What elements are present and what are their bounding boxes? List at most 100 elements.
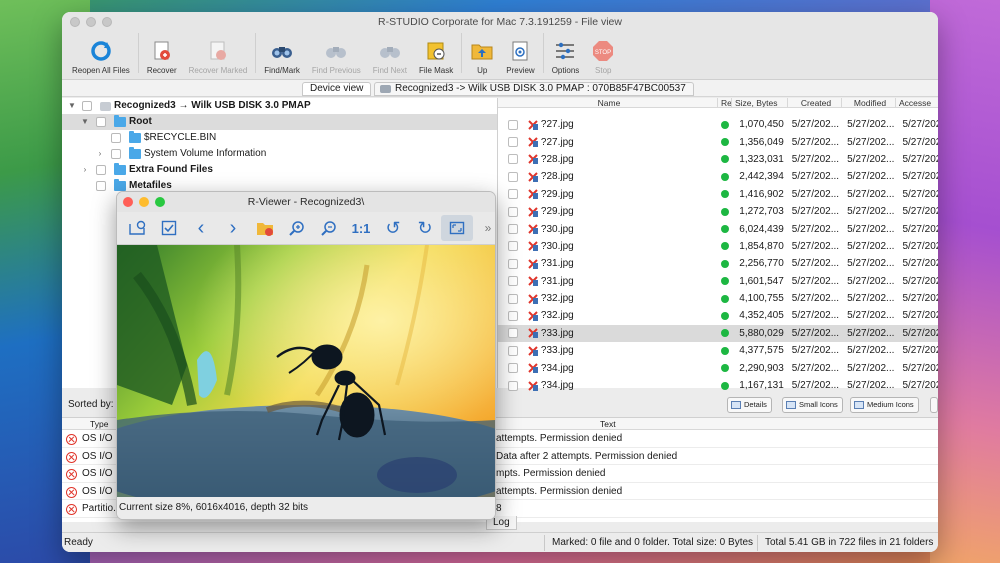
file-checkbox[interactable]	[508, 206, 518, 217]
column-size[interactable]: Size, Bytes	[732, 98, 788, 107]
file-mask-button[interactable]: File Mask	[413, 31, 459, 75]
zoom-out-icon[interactable]	[313, 215, 345, 241]
file-row[interactable]: ?34.jpg 1,167,131 5/27/202... 5/27/202... 5/…	[498, 377, 938, 394]
viewer-minimize-button[interactable]	[139, 197, 149, 207]
tree-checkbox[interactable]	[96, 181, 106, 191]
large-icons-view-button[interactable]	[930, 397, 938, 413]
file-row[interactable]: ?31.jpg 1,601,547 5/27/202... 5/27/202... 5/…	[498, 273, 938, 290]
zoom-in-icon[interactable]	[281, 215, 313, 241]
details-view-button[interactable]: Details	[727, 397, 772, 413]
preview-button[interactable]: Preview	[500, 31, 540, 75]
main-toolbar: Reopen All Files Recover Recover Marked …	[62, 32, 938, 80]
file-row[interactable]: ?28.jpg 2,442,394 5/27/202... 5/27/202... 5/…	[498, 168, 938, 185]
tree-checkbox[interactable]	[96, 117, 106, 127]
file-name: ?29.jpg	[540, 206, 574, 218]
log-column-text[interactable]: Text	[600, 418, 616, 430]
tree-item-recognized3[interactable]: ▼ Recognized3 → Wilk USB DISK 3.0 PMAP	[62, 98, 497, 114]
medium-icons-view-button[interactable]: Medium Icons	[850, 397, 919, 413]
tree-checkbox[interactable]	[111, 149, 121, 159]
file-checkbox[interactable]	[508, 310, 518, 321]
recover-button[interactable]: Recover	[141, 31, 183, 75]
tab-file-view[interactable]: Recognized3 -> Wilk USB DISK 3.0 PMAP : …	[374, 82, 694, 96]
file-row[interactable]: ?33.jpg 5,880,029 5/27/202... 5/27/202... 5/…	[498, 324, 938, 343]
recover-marked-button[interactable]: Recover Marked	[183, 31, 254, 75]
fit-window-icon[interactable]	[441, 215, 473, 241]
small-icons-view-button[interactable]: Small Icons	[782, 397, 843, 413]
recognized-status-icon	[720, 294, 729, 303]
chevron-right-icon[interactable]: ›	[217, 215, 249, 241]
rotate-left-icon[interactable]: ↺	[377, 215, 409, 241]
file-accessed: 5/27/202	[902, 327, 938, 339]
rotate-right-icon[interactable]: ↻	[409, 215, 441, 241]
file-row[interactable]: ?27.jpg 1,356,049 5/27/202... 5/27/202... 5/…	[498, 133, 938, 150]
file-row[interactable]: ?29.jpg 1,416,902 5/27/202... 5/27/202... 5/…	[498, 186, 938, 203]
file-checkbox[interactable]	[508, 276, 518, 287]
tree-item-extra-found-files[interactable]: › Extra Found Files	[62, 162, 497, 178]
find-previous-button[interactable]: Find Previous	[306, 31, 367, 75]
tree-checkbox[interactable]	[82, 101, 92, 111]
file-checkbox[interactable]	[508, 137, 518, 148]
file-checkbox[interactable]	[508, 345, 518, 356]
tree-checkbox[interactable]	[111, 133, 121, 143]
up-button[interactable]: Up	[464, 31, 500, 75]
file-size: 1,167,131	[739, 380, 784, 392]
reopen-all-files-button[interactable]: Reopen All Files	[66, 31, 136, 75]
file-row[interactable]: ?28.jpg 1,323,031 5/27/202... 5/27/202... 5/…	[498, 151, 938, 168]
file-row[interactable]: ?32.jpg 4,100,755 5/27/202... 5/27/202... 5/…	[498, 290, 938, 307]
file-checkbox[interactable]	[508, 363, 518, 374]
file-checkbox[interactable]	[508, 258, 518, 269]
file-row[interactable]: ?29.jpg 1,272,703 5/27/202... 5/27/202... 5/…	[498, 203, 938, 220]
chevron-left-icon[interactable]: ‹	[185, 215, 217, 241]
location-icon[interactable]	[121, 215, 153, 241]
recover-file-icon[interactable]	[249, 215, 281, 241]
column-recognized[interactable]: Re	[718, 98, 732, 107]
zoom-window-button[interactable]	[102, 17, 112, 27]
tree-item-system-volume-information[interactable]: › System Volume Information	[62, 146, 497, 162]
column-created[interactable]: Created	[788, 98, 842, 107]
chevron-down-icon[interactable]: ▼	[67, 98, 77, 114]
file-checkbox[interactable]	[508, 224, 518, 235]
options-button[interactable]: Options	[546, 31, 586, 75]
tree-item-recycle-bin[interactable]: $RECYCLE.BIN	[62, 130, 497, 146]
file-checkbox[interactable]	[508, 328, 518, 339]
find-next-icon	[378, 39, 402, 63]
column-accessed[interactable]: Accesse	[896, 98, 936, 107]
file-row[interactable]: ?32.jpg 4,352,405 5/27/202... 5/27/202... 5/…	[498, 307, 938, 324]
file-checkbox[interactable]	[508, 189, 518, 200]
viewer-zoom-button[interactable]	[155, 197, 165, 207]
log-column-type[interactable]: Type	[90, 418, 108, 430]
close-window-button[interactable]	[70, 17, 80, 27]
column-modified[interactable]: Modified	[842, 98, 896, 107]
file-row[interactable]: ?30.jpg 6,024,439 5/27/202... 5/27/202... 5/…	[498, 220, 938, 237]
viewer-close-button[interactable]	[123, 197, 133, 207]
file-checkbox[interactable]	[508, 154, 518, 165]
chevron-right-icon[interactable]: ›	[95, 146, 105, 162]
file-checkbox[interactable]	[508, 171, 518, 182]
file-row[interactable]: ?31.jpg 2,256,770 5/27/202... 5/27/202... 5/…	[498, 255, 938, 272]
checkbox-icon[interactable]	[153, 215, 185, 241]
file-checkbox[interactable]	[508, 119, 518, 130]
file-row[interactable]: ?27.jpg 1,070,450 5/27/202... 5/27/202... 5/…	[498, 116, 938, 133]
file-modified: 5/27/202...	[847, 171, 895, 183]
file-checkbox[interactable]	[508, 293, 518, 304]
tree-checkbox[interactable]	[96, 165, 106, 175]
chevron-right-icon[interactable]: ›	[80, 162, 90, 178]
more-tools-button[interactable]: »	[481, 221, 495, 235]
find-next-button[interactable]: Find Next	[367, 31, 413, 75]
tree-item-root[interactable]: ▼ Root	[62, 114, 497, 130]
actual-size-icon[interactable]: 1:1	[345, 215, 377, 241]
file-checkbox[interactable]	[508, 380, 518, 391]
find-mark-button[interactable]: Find/Mark	[258, 31, 306, 75]
stop-button[interactable]: STOP Stop	[585, 31, 621, 75]
file-row[interactable]: ?30.jpg 1,854,870 5/27/202... 5/27/202... 5/…	[498, 238, 938, 255]
column-name[interactable]: Name	[498, 98, 718, 107]
minimize-window-button[interactable]	[86, 17, 96, 27]
file-row[interactable]: ?33.jpg 4,377,575 5/27/202... 5/27/202... 5/…	[498, 342, 938, 359]
tab-device-view[interactable]: Device view	[302, 82, 372, 96]
file-created: 5/27/202...	[791, 362, 840, 374]
file-created: 5/27/202...	[791, 258, 840, 270]
r-viewer-window: R-Viewer - Recognized3\ ‹ › 1:1 ↺ ↻ » Cu…	[116, 191, 496, 520]
file-row[interactable]: ?34.jpg 2,290,903 5/27/202... 5/27/202... 5/…	[498, 359, 938, 376]
file-checkbox[interactable]	[508, 241, 518, 252]
chevron-down-icon[interactable]: ▼	[80, 114, 90, 130]
